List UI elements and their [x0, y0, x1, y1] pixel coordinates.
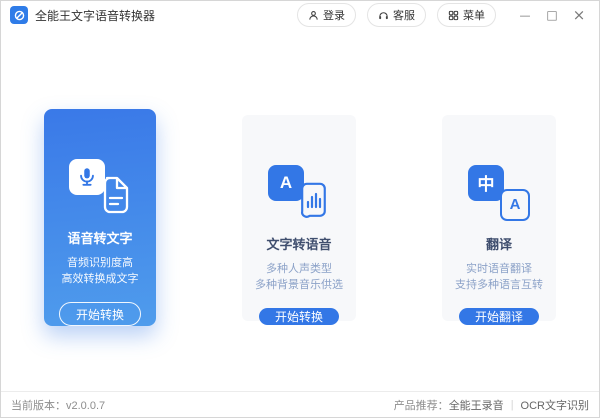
- card-translate[interactable]: 中 A 翻译 实时语音翻译 支持多种语言互转 开始翻译: [442, 115, 556, 321]
- window-controls: — □ ×: [510, 4, 591, 26]
- customer-service-label: 客服: [393, 7, 415, 23]
- minimize-button[interactable]: —: [513, 4, 537, 26]
- card-description: 多种人声类型 多种背景音乐供选: [255, 261, 343, 293]
- promo-divider: |: [511, 399, 514, 411]
- card-description: 实时语音翻译 支持多种语言互转: [455, 261, 543, 293]
- chinese-character-icon: 中: [468, 165, 504, 201]
- grid-menu-icon: [448, 10, 459, 21]
- speech-to-text-icon: [69, 159, 131, 215]
- product-recommendations: 产品推荐： 全能王录音 | OCR文字识别: [394, 397, 589, 413]
- card-title: 语音转文字: [67, 228, 132, 247]
- version-text: 当前版本：v2.0.0.7: [11, 397, 105, 413]
- main-content: 语音转文字 音频识别度高 高效转换成文字 开始转换 A: [1, 29, 599, 391]
- feature-cards: 语音转文字 音频识别度高 高效转换成文字 开始转换 A: [1, 109, 599, 326]
- letter-a-outline-icon: A: [500, 189, 530, 221]
- start-translate-button[interactable]: 开始翻译: [459, 308, 539, 325]
- customer-service-button[interactable]: 客服: [367, 3, 426, 27]
- card-description-line2: 高效转换成文字: [62, 271, 139, 287]
- login-label: 登录: [323, 7, 345, 23]
- promo-link-ocr[interactable]: OCR文字识别: [521, 397, 589, 413]
- app-title: 全能王文字语音转换器: [35, 7, 155, 24]
- app-logo-sync-icon: [10, 6, 28, 24]
- card-description-line2: 支持多种语言互转: [455, 277, 543, 293]
- card-text-to-speech[interactable]: A 文字转语音 多种人声类型 多种背景音乐供选 开始转换: [242, 115, 356, 321]
- audio-document-icon: [296, 181, 330, 221]
- menu-button[interactable]: 菜单: [437, 3, 496, 27]
- card-description-line1: 音频识别度高: [62, 255, 139, 271]
- card-description-line2: 多种背景音乐供选: [255, 277, 343, 293]
- app-window: 全能王文字语音转换器 登录: [0, 0, 600, 418]
- promo-link-recorder[interactable]: 全能王录音: [449, 397, 504, 413]
- card-title: 文字转语音: [266, 234, 331, 253]
- text-to-speech-icon: A: [268, 165, 330, 221]
- maximize-button[interactable]: □: [540, 4, 564, 26]
- titlebar-actions: 登录 客服: [286, 3, 591, 27]
- card-description: 音频识别度高 高效转换成文字: [62, 255, 139, 287]
- start-convert-button[interactable]: 开始转换: [259, 308, 339, 325]
- card-description-line1: 多种人声类型: [255, 261, 343, 277]
- translate-icon: 中 A: [468, 165, 530, 221]
- user-icon: [308, 10, 319, 21]
- close-button[interactable]: ×: [567, 4, 591, 26]
- card-description-line1: 实时语音翻译: [455, 261, 543, 277]
- promo-label: 产品推荐：: [394, 397, 449, 413]
- login-button[interactable]: 登录: [297, 3, 356, 27]
- document-icon: [97, 175, 131, 215]
- start-convert-button[interactable]: 开始转换: [59, 302, 141, 326]
- card-title: 翻译: [486, 234, 512, 253]
- headset-icon: [378, 10, 389, 21]
- card-speech-to-text[interactable]: 语音转文字 音频识别度高 高效转换成文字 开始转换: [44, 109, 156, 326]
- statusbar: 当前版本：v2.0.0.7 产品推荐： 全能王录音 | OCR文字识别: [1, 391, 599, 417]
- menu-label: 菜单: [463, 7, 485, 23]
- titlebar: 全能王文字语音转换器 登录: [1, 1, 599, 29]
